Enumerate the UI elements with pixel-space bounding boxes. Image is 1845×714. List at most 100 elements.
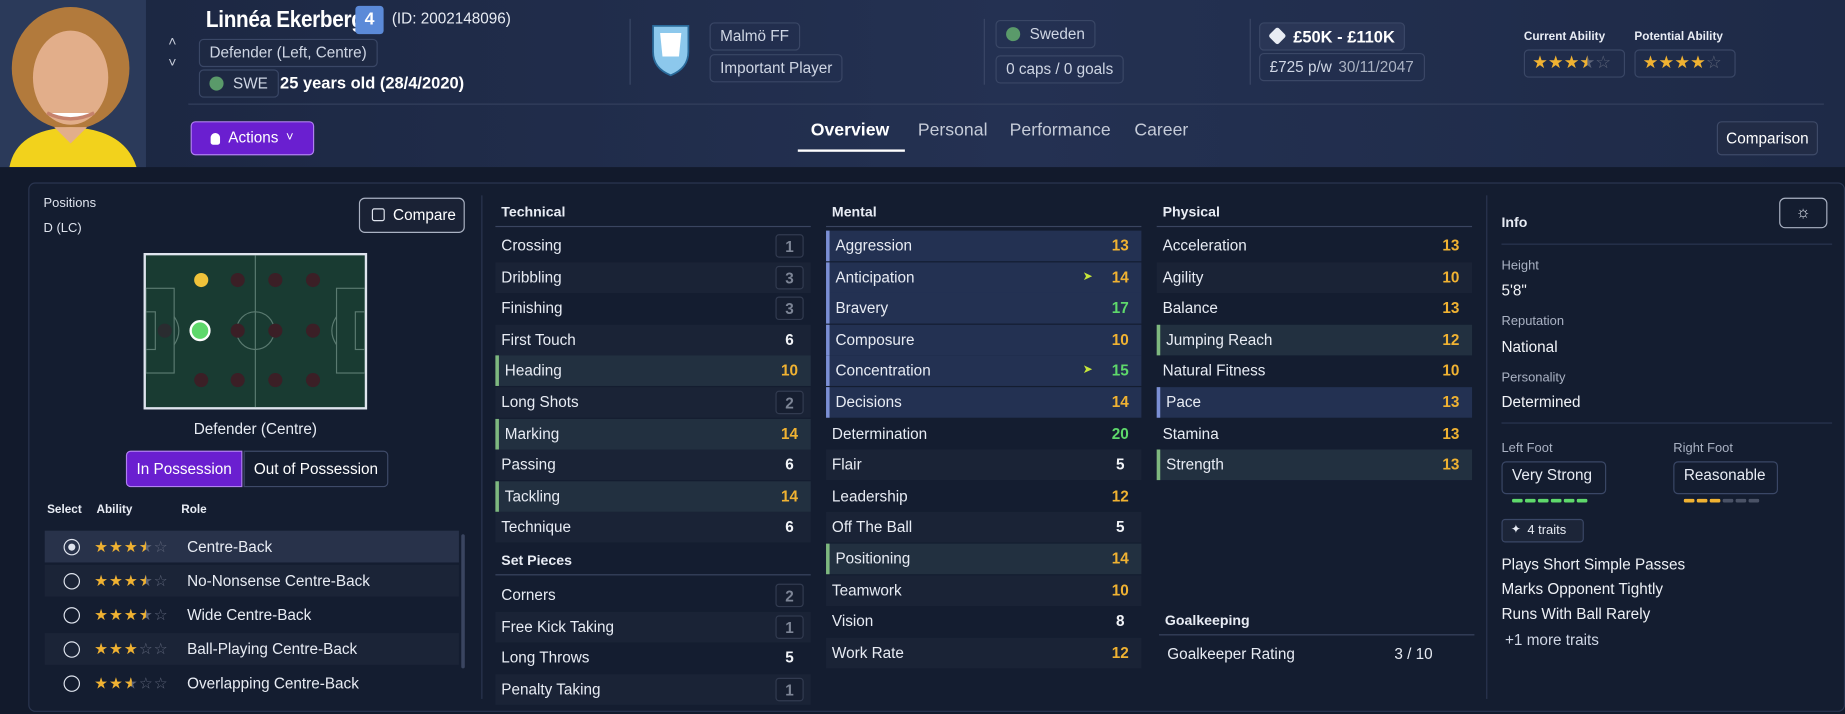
roles-header-ability: Ability — [96, 503, 133, 517]
role-row[interactable]: ★★★★★☆ No-Nonsense Centre-Back — [44, 564, 459, 597]
attribute-row[interactable]: Crossing 1 — [495, 231, 810, 262]
attribute-row[interactable]: Strength 13 — [1156, 449, 1473, 481]
attribute-row[interactable]: Marking 14 — [495, 418, 811, 450]
position-dot-dm-l — [194, 272, 209, 288]
attribute-row[interactable]: Dribbling 3 — [495, 261, 811, 293]
attribute-row[interactable]: Technique 6 — [495, 512, 811, 543]
attribute-row[interactable]: Finishing 3 — [495, 293, 810, 324]
attribute-value: 10 — [1442, 361, 1460, 380]
attribute-name: Marking — [504, 424, 560, 442]
position-dot — [194, 373, 209, 388]
attribute-name: Long Shots — [501, 393, 579, 411]
compare-button[interactable]: Compare — [358, 197, 465, 233]
attribute-name: Aggression — [835, 236, 912, 255]
role-row[interactable]: ★★★★★☆ Centre-Back — [44, 530, 459, 563]
attribute-name: Decisions — [835, 393, 902, 411]
role-radio[interactable] — [63, 573, 81, 590]
attribute-row[interactable]: Acceleration 13 — [1157, 231, 1472, 262]
attribute-value: 12 — [1111, 486, 1129, 505]
actions-button[interactable]: Actions ˅ — [190, 121, 315, 156]
attribute-value: 13 — [1442, 393, 1460, 411]
attribute-row[interactable]: Heading 10 — [495, 355, 811, 387]
tab-career[interactable]: Career — [1134, 120, 1188, 140]
attribute-row[interactable]: Vision 8 — [826, 606, 1141, 637]
attribute-row[interactable]: Natural Fitness 10 — [1157, 356, 1472, 387]
attribute-value: 3 — [775, 296, 804, 321]
traits-badge[interactable]: ✦ 4 traits — [1501, 518, 1584, 543]
attribute-value: 2 — [775, 583, 804, 608]
attribute-row[interactable]: First Touch 6 — [495, 324, 811, 356]
sparkle-icon: ✦ — [1510, 523, 1521, 537]
tab-performance[interactable]: Performance — [1010, 120, 1111, 140]
attribute-row[interactable]: Anticipation ➤ 14 — [826, 261, 1142, 293]
attribute-name: Strength — [1166, 455, 1224, 474]
attribute-row[interactable]: Long Throws 5 — [495, 643, 810, 674]
attribute-row[interactable]: Corners 2 — [495, 580, 810, 611]
out-of-possession-toggle[interactable]: Out of Possession — [243, 450, 389, 488]
attribute-row[interactable]: Teamwork 10 — [826, 574, 1142, 606]
pitch-caption: Defender (Centre) — [193, 420, 317, 438]
role-row[interactable]: ★★★★★☆ Wide Centre-Back — [45, 599, 459, 631]
attribute-row[interactable]: Off The Ball 5 — [826, 512, 1142, 543]
in-possession-toggle[interactable]: In Possession — [125, 450, 243, 488]
attribute-name: Vision — [831, 612, 874, 630]
role-radio[interactable] — [63, 675, 81, 692]
nation-name-pill[interactable]: Sweden — [995, 20, 1096, 49]
info-rule — [1501, 243, 1833, 245]
attribute-row[interactable]: Determination 20 — [826, 418, 1141, 449]
attribute-row[interactable]: Tackling 14 — [495, 481, 811, 512]
tab-overview[interactable]: Overview — [811, 120, 890, 140]
settings-icon[interactable]: ☼ — [1779, 197, 1828, 229]
role-row[interactable]: ★★★★☆☆ Overlapping Centre-Back — [45, 667, 459, 699]
attribute-name: Free Kick Taking — [501, 617, 615, 635]
position-dot — [230, 272, 245, 288]
club-name-pill[interactable]: Malmö FF — [709, 22, 800, 51]
attribute-row[interactable]: Jumping Reach 12 — [1156, 324, 1473, 356]
attribute-value: 14 — [781, 486, 799, 505]
role-radio[interactable] — [63, 641, 81, 658]
attribute-row[interactable]: Balance 13 — [1157, 293, 1472, 324]
right-foot-pill: Reasonable — [1673, 461, 1778, 503]
height-value: 5'8" — [1501, 281, 1527, 299]
attribute-row[interactable]: Pace 13 — [1156, 387, 1473, 418]
attribute-name: First Touch — [501, 330, 576, 349]
attribute-name: Technique — [501, 518, 572, 536]
more-traits-link[interactable]: +1 more traits — [1505, 631, 1599, 649]
attribute-value: 13 — [1442, 455, 1460, 474]
attribute-row[interactable]: Stamina 13 — [1157, 418, 1472, 449]
chevron-up-icon[interactable]: ˄ — [168, 33, 176, 49]
attribute-name: Passing — [501, 455, 556, 474]
attribute-row[interactable]: Positioning 14 — [826, 543, 1142, 575]
attribute-row[interactable]: Composure 10 — [826, 324, 1142, 356]
attribute-row[interactable]: Work Rate 12 — [826, 637, 1142, 669]
vertical-divider — [1486, 195, 1488, 699]
attribute-row[interactable]: Aggression 13 — [826, 230, 1142, 262]
attribute-row[interactable]: Penalty Taking 1 — [495, 674, 811, 705]
attribute-value: 14 — [1111, 267, 1129, 286]
trend-arrow-icon: ➤ — [1082, 270, 1093, 284]
attribute-value: 12 — [1442, 330, 1460, 349]
attribute-row[interactable]: Concentration ➤ 15 — [826, 355, 1142, 387]
attribute-row[interactable]: Agility 10 — [1156, 261, 1473, 293]
info-title: Info — [1501, 214, 1528, 231]
player-id: (ID: 2002148096) — [391, 9, 511, 28]
role-radio[interactable] — [63, 538, 81, 556]
attribute-name: Finishing — [501, 299, 563, 317]
role-radio[interactable] — [63, 607, 81, 624]
roles-scrollbar[interactable] — [461, 534, 465, 669]
comparison-button[interactable]: Comparison — [1716, 121, 1819, 156]
pitch — [143, 252, 368, 410]
attribute-row[interactable]: Long Shots 2 — [495, 387, 811, 418]
attribute-row[interactable]: Leadership 12 — [826, 481, 1141, 512]
attribute-row[interactable]: Flair 5 — [826, 449, 1142, 481]
personality-label: Personality — [1501, 370, 1566, 385]
role-row[interactable]: ★★★☆☆ Ball-Playing Centre-Back — [44, 633, 459, 665]
attribute-row[interactable]: Passing 6 — [495, 449, 811, 481]
chevron-down-icon[interactable]: ˅ — [168, 54, 176, 70]
attribute-row[interactable]: Bravery 17 — [826, 293, 1142, 324]
nation-code: SWE — [232, 74, 268, 92]
tab-personal[interactable]: Personal — [918, 120, 988, 140]
attribute-row[interactable]: Decisions 14 — [826, 387, 1142, 418]
attribute-value: 13 — [1442, 236, 1460, 255]
attribute-row[interactable]: Free Kick Taking 1 — [495, 611, 811, 643]
